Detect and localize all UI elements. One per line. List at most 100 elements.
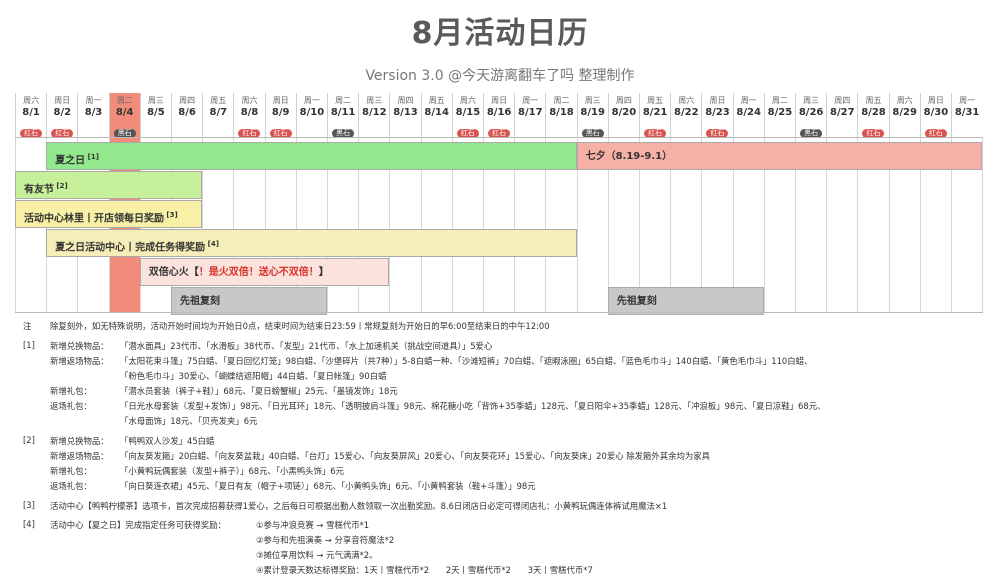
weekday-label: 周日 xyxy=(272,96,289,105)
event-label: 活动中心林里丨开店领每日奖励 xyxy=(24,213,164,225)
friends-festival-bar[interactable]: 有友节 [2] xyxy=(15,171,203,199)
summer-day-bar[interactable]: 夏之日 [1] xyxy=(46,142,577,170)
weekday-label: 周六 xyxy=(459,96,476,105)
weekday-label: 周四 xyxy=(615,96,632,105)
section-tag-1: [1] xyxy=(23,340,35,350)
day-header-8-14: 周五 8/14 xyxy=(420,93,452,137)
s1-retgift-label: 返场礼包： xyxy=(50,401,92,411)
note-tag: 注 xyxy=(23,321,32,331)
day-header-8-25: 周二 8/25 xyxy=(763,93,795,137)
s2-gift-label: 新增礼包： xyxy=(50,466,92,476)
day-header-8-15: 周六 8/15 红石 xyxy=(451,93,483,138)
date-label: 8/31 xyxy=(954,107,980,118)
date-label: 8/15 xyxy=(455,107,481,118)
weekday-label: 周四 xyxy=(179,96,196,105)
event-label: 先祖复刻 xyxy=(616,296,657,307)
s4-line-2: ②参与和先祖演奏 → 分享音符魔法*2 xyxy=(256,535,395,545)
s1-retgift-1: 「日光水母套装（发型+发饰）」98元、「日光耳环」18元、「透明披肩斗篷」98元… xyxy=(120,401,826,411)
date-label: 8/5 xyxy=(147,107,165,118)
weekday-label: 周三 xyxy=(584,96,601,105)
s1-return-1: 「太阳花束斗篷」75白蜡、「夏日回忆灯笼」98白蜡、「沙堡碎片（共7种）」5-8… xyxy=(120,356,813,366)
weekday-label: 周六 xyxy=(678,96,695,105)
s4-line-1: ①参与冲浪竞赛 → 雪糕代币*1 xyxy=(256,520,370,530)
weekday-label: 周四 xyxy=(397,96,414,105)
weekday-label: 周三 xyxy=(366,96,383,105)
s1-return-label: 新增返场物品： xyxy=(50,356,109,366)
date-label: 8/25 xyxy=(767,107,793,118)
date-label: 8/23 xyxy=(705,107,730,118)
date-label: 8/9 xyxy=(271,107,290,118)
date-label: 8/13 xyxy=(393,107,418,118)
calendar-bottom-border xyxy=(15,312,983,313)
date-label: 8/4 xyxy=(115,107,134,118)
weekday-label: 周五 xyxy=(647,96,664,105)
page-subtitle: Version 3.0 @今天游离翻车了吗 整理制作 xyxy=(365,68,635,84)
date-label: 8/1 xyxy=(22,107,40,118)
date-label: 8/18 xyxy=(549,107,574,118)
s2-gift: 「小黄鸭玩偶套装（发型+裤子）」68元、「小黑鸭头饰」6元 xyxy=(120,466,344,476)
event-footnote-ref: [1] xyxy=(85,153,99,161)
date-label: 8/16 xyxy=(486,107,512,118)
s2-return-label: 新增返场物品： xyxy=(50,451,109,461)
weekday-label: 周一 xyxy=(740,96,757,105)
date-label: 8/26 xyxy=(798,107,824,118)
s2-retgift-label: 返场礼包： xyxy=(50,481,92,491)
date-label: 8/12 xyxy=(362,107,387,118)
weekday-label: 周二 xyxy=(771,96,788,105)
weekday-label: 周一 xyxy=(85,96,102,105)
calendar-grid: 周六 8/1 红石 周日 8/2 红石 周一 8/3 周二 8/4 黑石 周三 8/5 周四 8/6 周五 8/… xyxy=(15,93,984,315)
summer-activity-center-bar[interactable]: 夏之日活动中心丨完成任务得奖励 [4] xyxy=(46,229,577,257)
weekday-label: 周五 xyxy=(428,96,445,105)
day-header-8-12: 周三 8/12 xyxy=(358,93,389,137)
qixi-bar[interactable]: 七夕（8.19-9.1） xyxy=(576,142,983,170)
day-header-8-20: 周四 8/20 xyxy=(607,93,639,137)
section-tag-4: [4] xyxy=(23,519,35,529)
day-header-8-19: 周三 8/19 黑石 xyxy=(576,93,608,138)
day-header-8-23: 周日 8/23 红石 xyxy=(701,93,732,138)
day-header-8-27: 周四 8/27 xyxy=(826,93,857,137)
date-label: 8/8 xyxy=(240,107,259,118)
day-header-8-6: 周四 8/6 xyxy=(171,93,202,137)
day-header-8-13: 周四 8/13 xyxy=(389,93,420,137)
day-header-8-21: 周五 8/21 红石 xyxy=(639,93,670,138)
day-header-8-16: 周日 8/16 红石 xyxy=(483,93,514,138)
day-header-8-3: 周一 8/3 xyxy=(77,93,108,137)
weekday-label: 周日 xyxy=(491,96,508,105)
weekday-label: 周一 xyxy=(959,96,976,105)
weekday-label: 周一 xyxy=(303,96,320,105)
weekday-label: 周二 xyxy=(335,96,352,105)
weekday-label: 周六 xyxy=(896,96,913,105)
activity-center-linli-bar[interactable]: 活动中心林里丨开店领每日奖励 [3] xyxy=(15,200,203,228)
section-tag-2: [2] xyxy=(23,435,35,445)
date-label: 8/30 xyxy=(923,107,949,118)
ancestor-rerun-bar-2[interactable]: 先祖复刻 xyxy=(607,287,764,315)
date-label: 8/17 xyxy=(518,107,543,118)
weekday-label: 周日 xyxy=(709,96,726,105)
weekday-label: 周二 xyxy=(116,96,133,105)
s4-text: 活动中心【夏之日】完成指定任务可获得奖励： xyxy=(50,520,226,530)
date-label: 8/6 xyxy=(178,107,196,118)
event-footnote-ref: [3] xyxy=(164,211,178,219)
day-header-8-17: 周一 8/17 xyxy=(514,93,545,137)
weekday-label: 周六 xyxy=(23,96,40,105)
s4-line-3: ③摊位享用饮料 → 元气满满*2。 xyxy=(256,550,378,560)
weekday-label: 周三 xyxy=(147,96,164,105)
page-title: 8月活动日历 xyxy=(411,16,589,51)
day-header-8-8: 周六 8/8 红石 xyxy=(233,93,264,138)
header-divider xyxy=(15,137,983,138)
day-header-8-10: 周一 8/10 xyxy=(295,93,327,137)
s1-gift: 「潜水员套装（裤子+鞋）」68元、「夏日螃蟹椒」25元、「墨镜发饰」18元 xyxy=(120,386,398,396)
ancestor-rerun-bar-1[interactable]: 先祖复刻 xyxy=(171,287,327,315)
s3-text: 活动中心【鸭鸭柠檬茶】选项卡，首次完成招募获得1爱心，之后每日可根据出勤人数领取… xyxy=(50,501,668,511)
date-label: 8/20 xyxy=(611,107,637,118)
s1-gift-label: 新增礼包： xyxy=(50,386,92,396)
event-label: 有友节 xyxy=(24,184,54,196)
double-heart-fire-bar[interactable]: 双倍心火【！是火双倍！送心不双倍！】 xyxy=(139,258,390,286)
s2-items-label: 新增兑换物品： xyxy=(50,436,109,446)
day-header-8-1: 周六 8/1 红石 xyxy=(15,93,46,138)
date-label: 8/14 xyxy=(424,107,449,118)
date-label: 8/3 xyxy=(84,107,103,118)
day-header-8-5: 周三 8/5 xyxy=(139,93,171,137)
s1-return-2: 「粉色毛巾斗」30爱心、「蝴蝶结遮阳帽」44白蜡、「夏日帐篷」90白蜡 xyxy=(120,371,387,381)
section-tag-3: [3] xyxy=(23,500,35,510)
